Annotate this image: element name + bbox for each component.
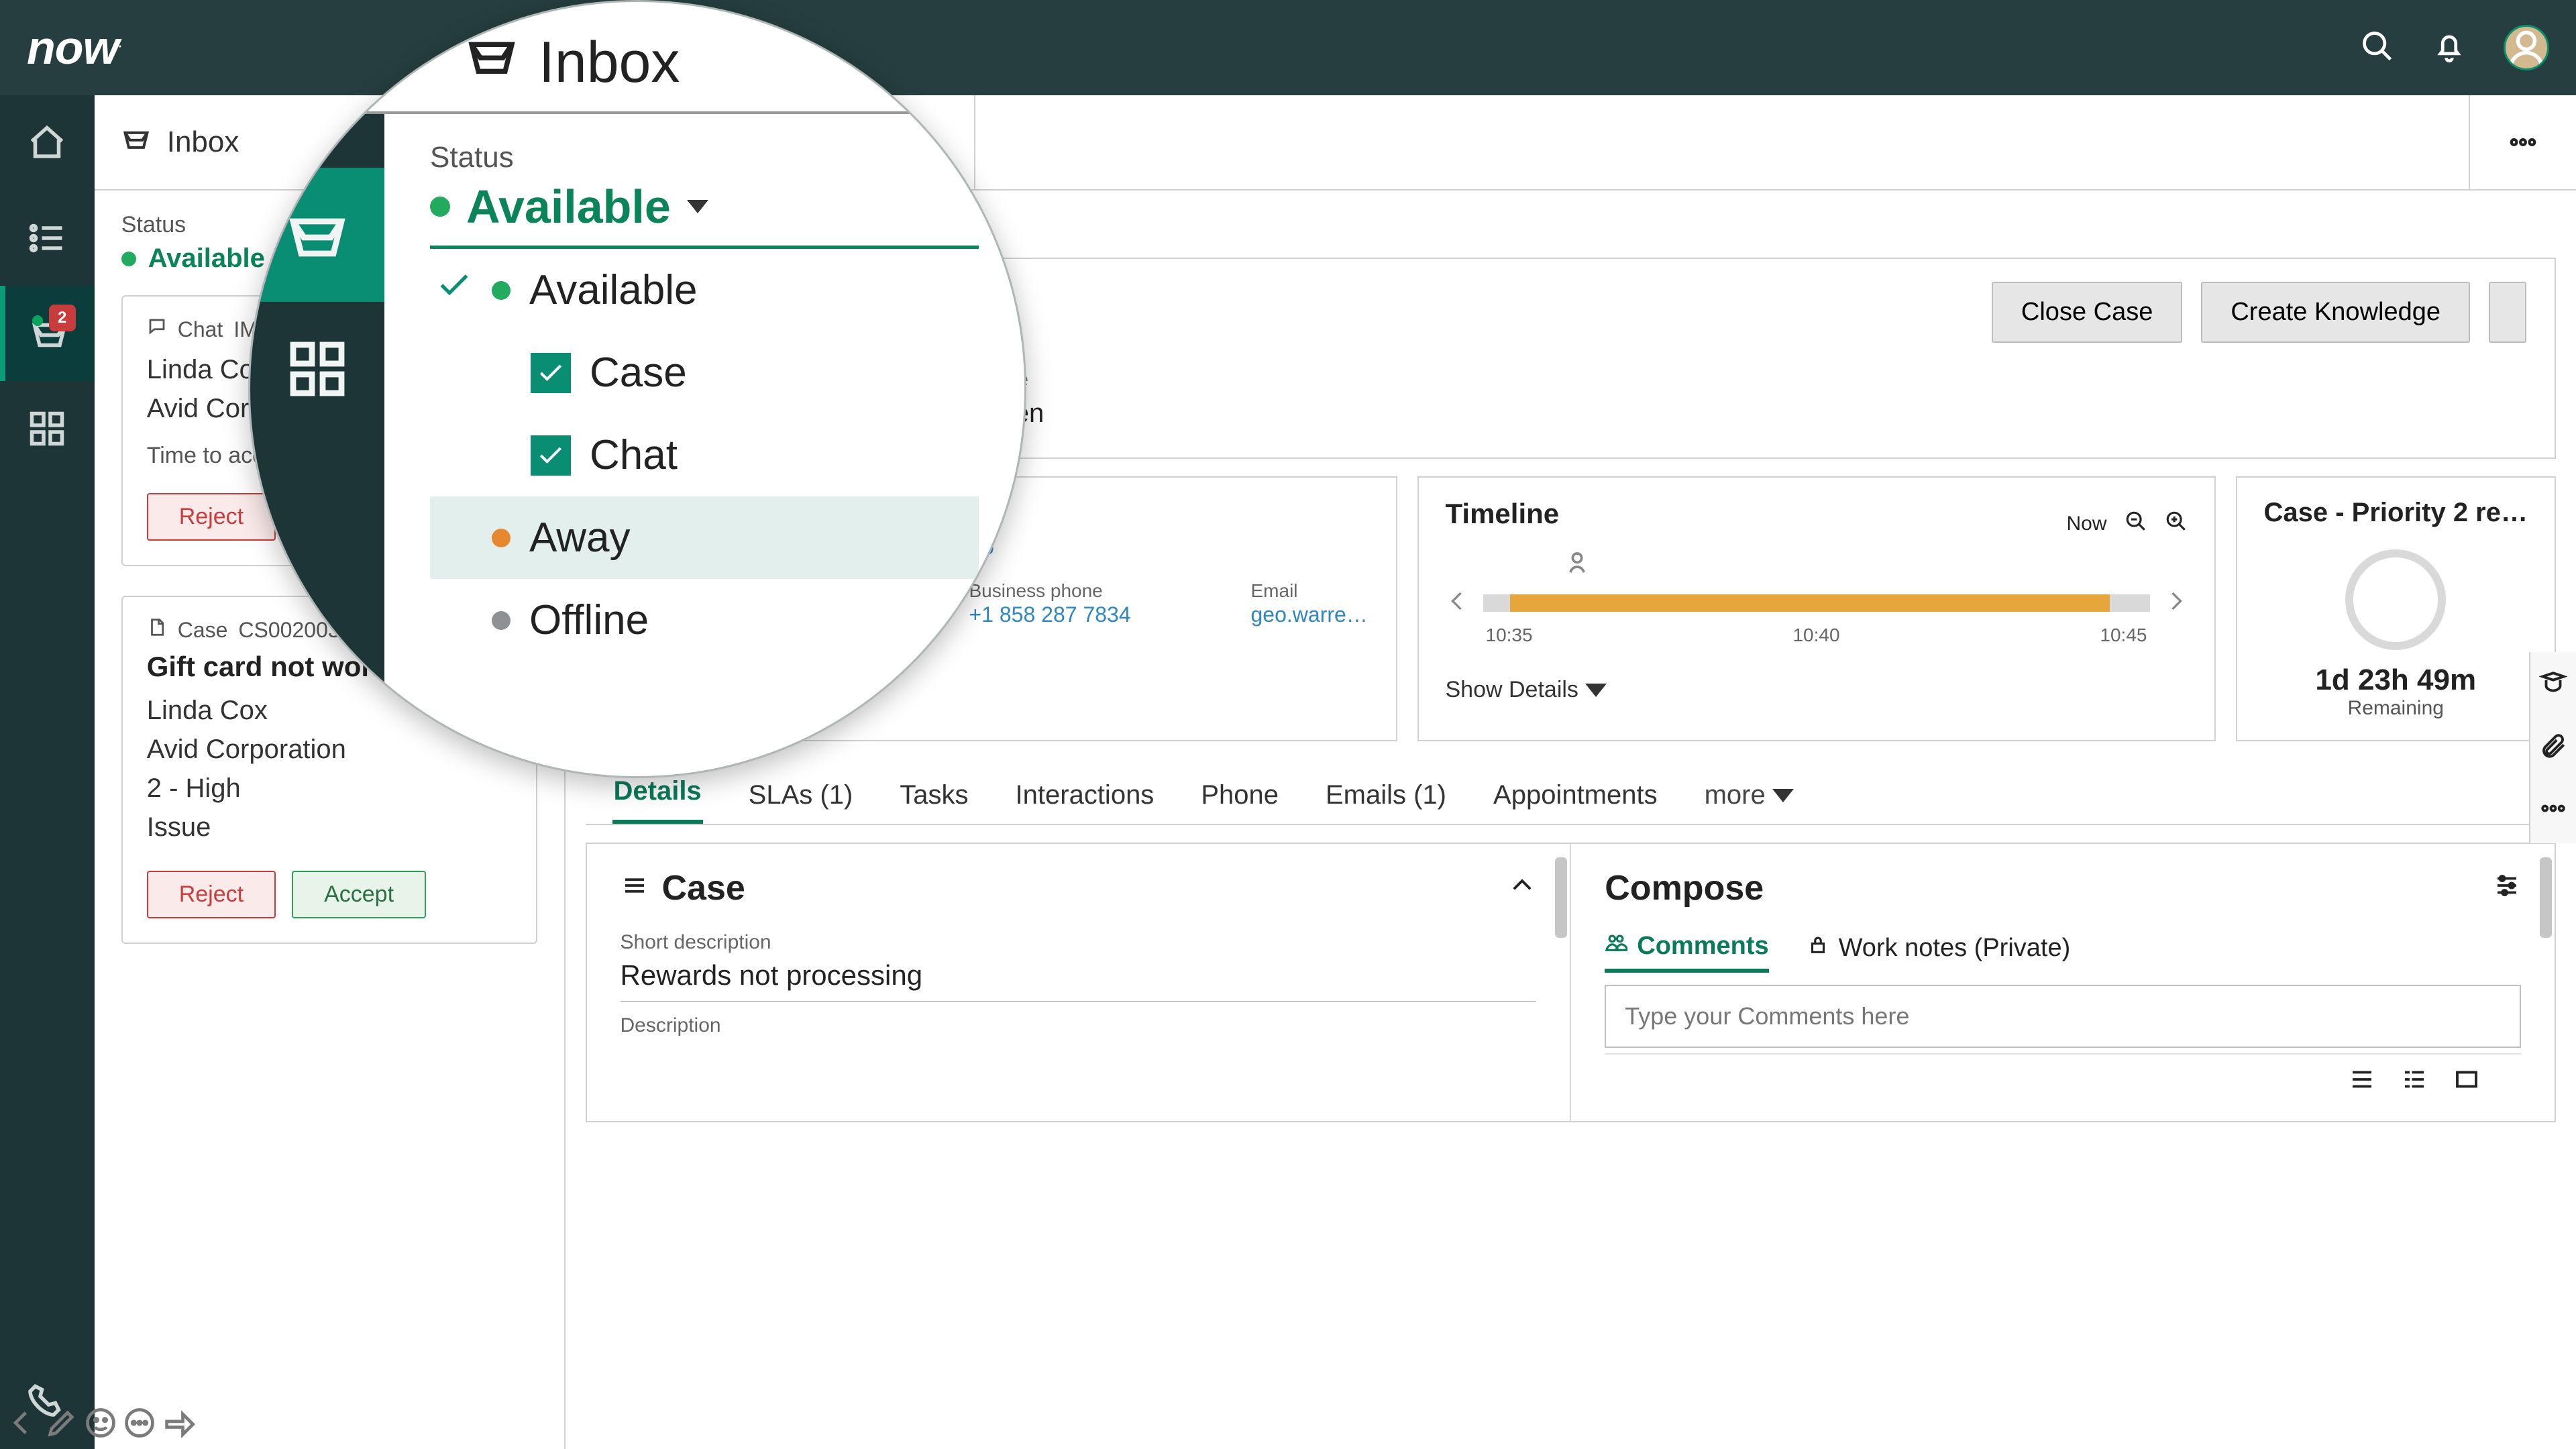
timeline-next[interactable] <box>2163 589 2188 616</box>
chevron-up-icon[interactable] <box>1508 868 1536 908</box>
status-channel-chat[interactable]: Chat <box>430 414 979 496</box>
tab-more[interactable]: more <box>1703 763 1795 824</box>
settings-icon[interactable] <box>2493 868 2521 908</box>
status-dot-icon <box>492 529 511 547</box>
undo-back-icon[interactable] <box>5 1405 40 1444</box>
status-dropdown[interactable]: Available <box>430 180 979 249</box>
kebab-icon[interactable] <box>2539 794 2567 826</box>
status-dot-icon <box>492 281 511 300</box>
status-dot-icon <box>492 611 511 630</box>
timeline-track[interactable] <box>1483 594 2150 612</box>
rail-home[interactable] <box>0 95 95 191</box>
accept-button[interactable]: Accept <box>292 871 426 918</box>
compose-tab-worknotes[interactable]: Work notes (Private) <box>1807 933 2071 971</box>
detail-tabs: Details SLAs (1) Tasks Interactions Phon… <box>586 759 2557 825</box>
status-dot-icon <box>32 315 43 326</box>
zoom-out-icon[interactable] <box>2125 510 2147 538</box>
email-link[interactable]: geo.warren@mailin… <box>1251 602 1369 627</box>
scrollbar-thumb[interactable] <box>1555 857 1567 938</box>
tab-phone[interactable]: Phone <box>1199 763 1280 824</box>
people-icon <box>1605 931 1627 961</box>
sla-remaining: Remaining <box>2264 697 2528 720</box>
timeline-marker-icon <box>1564 550 1591 580</box>
form-panel: Case Short description Rewards not proce… <box>587 844 1572 1121</box>
user-avatar[interactable] <box>2504 25 2549 70</box>
nav-rail: 2 <box>0 95 95 1449</box>
tab-appointments[interactable]: Appointments <box>1492 763 1659 824</box>
comments-input[interactable]: Type your Comments here <box>1605 985 2521 1048</box>
forward-icon[interactable] <box>161 1405 196 1444</box>
view-card-icon[interactable] <box>2453 1065 2481 1097</box>
knowledge-icon[interactable] <box>2539 669 2567 701</box>
header-more-button[interactable] <box>2489 282 2526 343</box>
smiley-icon[interactable] <box>83 1405 118 1444</box>
show-details-toggle[interactable]: Show Details <box>1446 677 2188 703</box>
search-icon[interactable] <box>2360 29 2395 67</box>
checkbox-checked-icon <box>531 435 571 476</box>
zoom-lens: Inbox Status Available Available Case Ch… <box>248 0 1026 778</box>
tab-menu[interactable] <box>2469 95 2576 189</box>
inbox-badge: 2 <box>49 305 76 331</box>
lens-rail-apps[interactable] <box>250 302 384 436</box>
create-knowledge-button[interactable]: Create Knowledge <box>2201 282 2470 343</box>
side-tool-rail <box>2529 652 2576 843</box>
edit-icon[interactable] <box>44 1405 79 1444</box>
zoom-in-icon[interactable] <box>2165 510 2188 538</box>
attachment-icon[interactable] <box>2539 732 2567 763</box>
short-desc-value[interactable]: Rewards not processing <box>621 959 1537 1002</box>
compose-tab-comments[interactable]: Comments <box>1605 931 1768 973</box>
bell-icon[interactable] <box>2432 29 2467 67</box>
section-title: Case <box>662 868 745 908</box>
compose-title: Compose <box>1605 868 1764 908</box>
timeline-ticks: 10:3510:4010:45 <box>1486 625 2147 646</box>
reject-button[interactable]: Reject <box>147 493 276 541</box>
inbox-icon <box>465 29 519 97</box>
doc-icon <box>147 617 167 643</box>
sla-time: 1d 23h 49m <box>2264 663 2528 697</box>
tab-interactions[interactable]: Interactions <box>1014 763 1156 824</box>
desc-label: Description <box>621 1014 1537 1037</box>
lock-icon <box>1807 933 1829 963</box>
reject-button[interactable]: Reject <box>147 871 276 918</box>
status-option-offline[interactable]: Offline <box>430 579 979 661</box>
rail-list[interactable] <box>0 191 95 286</box>
activity-view-switch <box>1605 1053 2521 1097</box>
global-banner: now. <box>0 0 2576 95</box>
editor-toolbar <box>5 1405 196 1444</box>
tab-emails[interactable]: Emails (1) <box>1324 763 1448 824</box>
check-icon <box>435 266 473 314</box>
compose-panel: Compose Comments Work notes (Private) <box>1571 844 2555 1121</box>
timeline-panel: Timeline Now <box>1417 476 2216 741</box>
more-circle-icon[interactable] <box>122 1405 157 1444</box>
checkbox-checked-icon <box>531 353 571 393</box>
rail-apps[interactable] <box>0 381 95 476</box>
close-case-button[interactable]: Close Case <box>1992 282 2182 343</box>
sla-ring <box>2345 549 2446 650</box>
inbox-title: Inbox <box>167 125 239 159</box>
timeline-now[interactable]: Now <box>2066 513 2106 535</box>
tab-slas[interactable]: SLAs (1) <box>747 763 855 824</box>
tab-tasks[interactable]: Tasks <box>898 763 969 824</box>
inbox-icon <box>121 124 151 161</box>
status-dot-icon <box>121 252 136 266</box>
view-list-icon[interactable] <box>2348 1065 2376 1097</box>
brand-logo: now. <box>27 21 121 74</box>
chat-icon <box>147 317 167 342</box>
short-desc-label: Short description <box>621 931 1537 954</box>
business-phone-link[interactable]: +1 858 287 7834 <box>969 602 1244 627</box>
status-option-away[interactable]: Away <box>430 496 979 579</box>
bottom-split: Case Short description Rewards not proce… <box>586 843 2557 1122</box>
sla-panel: Case - Priority 2 re… 1d 23h 49m Remaini… <box>2236 476 2557 741</box>
rail-inbox[interactable]: 2 <box>0 286 95 381</box>
view-compact-icon[interactable] <box>2400 1065 2428 1097</box>
drag-icon[interactable] <box>621 868 649 908</box>
timeline-prev[interactable] <box>1446 589 1470 616</box>
scrollbar-thumb[interactable] <box>2540 857 2552 938</box>
status-channel-case[interactable]: Case <box>430 331 979 414</box>
status-option-available[interactable]: Available <box>430 249 979 331</box>
